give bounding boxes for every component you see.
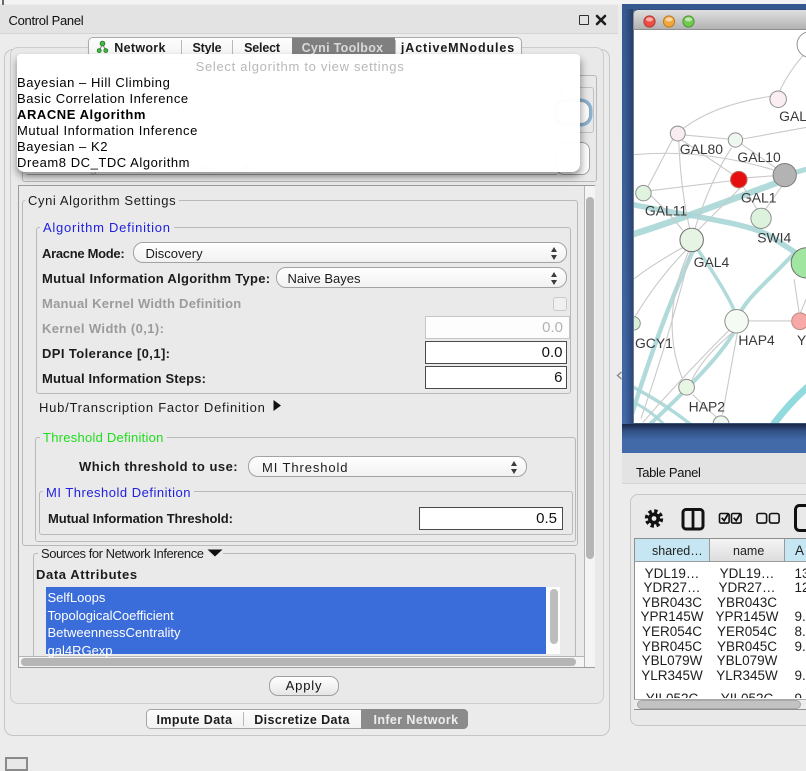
svg-text:HAP4: HAP4: [738, 332, 775, 348]
svg-text:GCY1: GCY1: [635, 335, 673, 351]
svg-text:YD: YD: [797, 332, 806, 348]
svg-text:HAP2: HAP2: [689, 398, 726, 414]
svg-text:GAL1: GAL1: [741, 190, 777, 206]
svg-text:SWI4: SWI4: [757, 229, 791, 245]
svg-text:GAL4: GAL4: [694, 254, 730, 270]
svg-text:GAL7: GAL7: [779, 108, 806, 124]
svg-text:GAL11: GAL11: [645, 203, 688, 219]
svg-text:GAL10: GAL10: [737, 149, 781, 165]
svg-text:GAL80: GAL80: [680, 141, 724, 157]
